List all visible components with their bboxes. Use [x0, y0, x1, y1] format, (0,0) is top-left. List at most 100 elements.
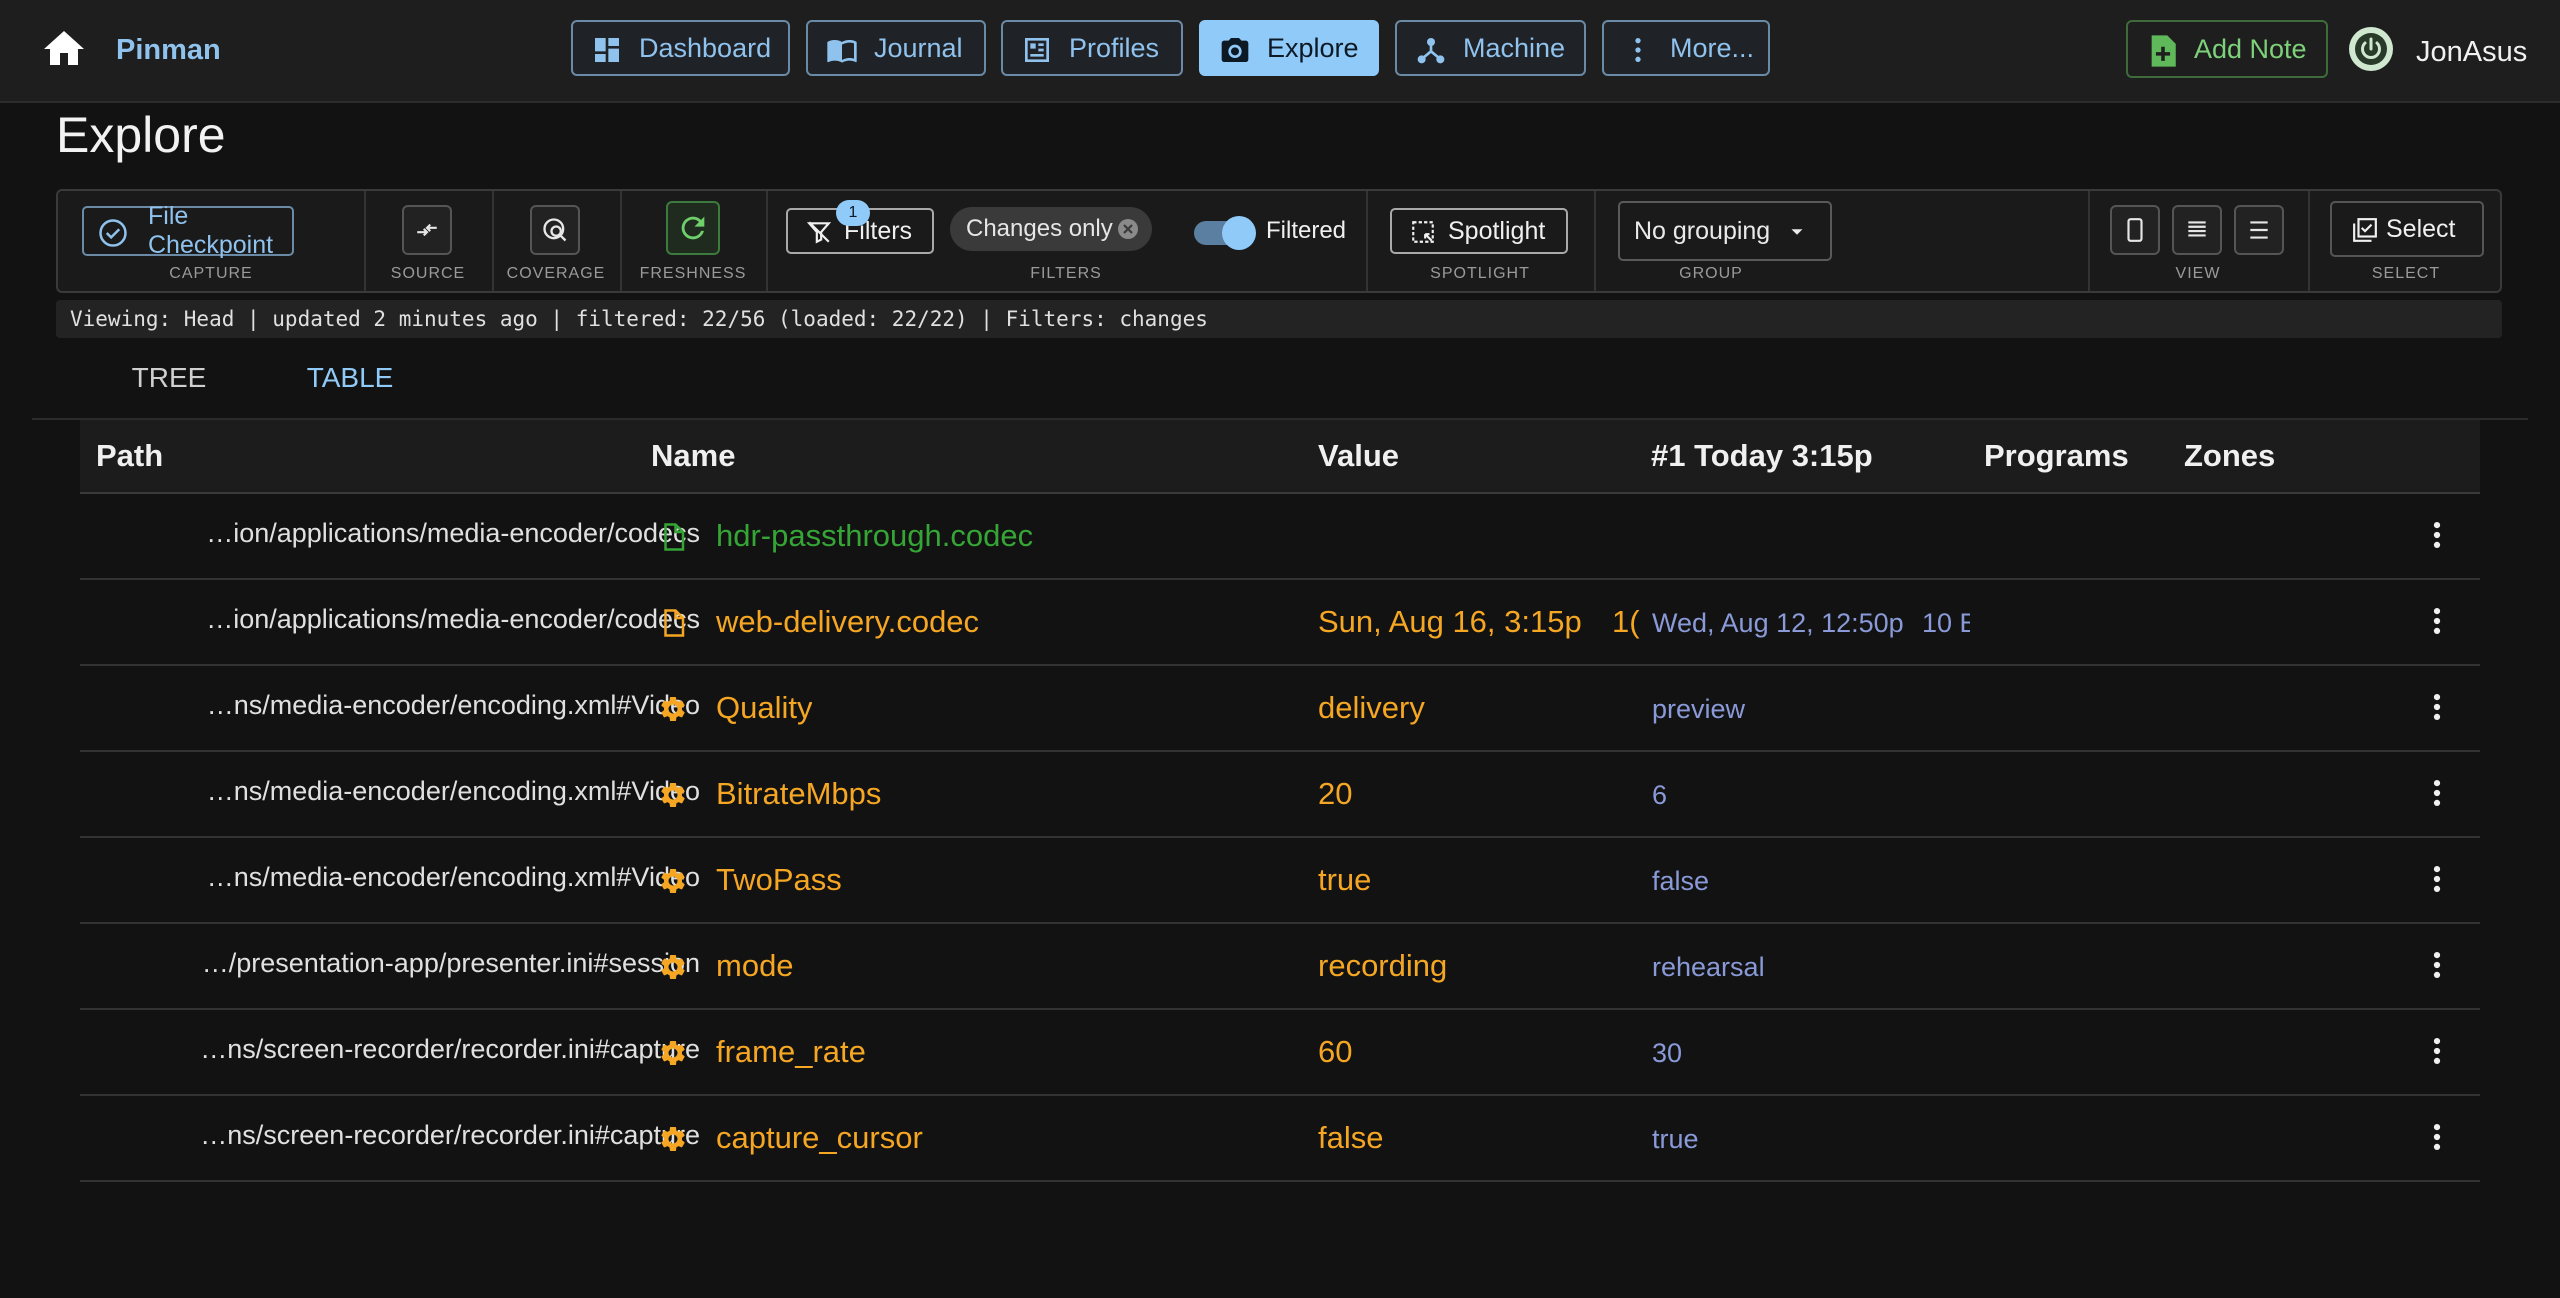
- select-button[interactable]: Select: [2330, 201, 2484, 257]
- view-section-label: VIEW: [2175, 265, 2221, 282]
- select-section-label: SELECT: [2371, 265, 2441, 282]
- row-previous-value: Wed, Aug 12, 12:50p: [1652, 608, 1904, 638]
- column-header-programs[interactable]: Programs: [1984, 438, 2129, 474]
- row-name[interactable]: frame_rate: [716, 1034, 866, 1070]
- file-checkpoint-button[interactable]: File Checkpoint: [82, 202, 294, 259]
- table-body: …ion/applications/media-encoder/codecs hd…: [80, 494, 2480, 1182]
- row-path: …ion/applications/media-encoder/codecs: [206, 604, 700, 634]
- phone-icon: [2127, 218, 2143, 242]
- row-more-icon[interactable]: [2420, 776, 2454, 810]
- freshness-section: FRESHNESS: [620, 191, 768, 291]
- filters-count-badge: 1: [836, 200, 870, 226]
- nav-profiles-label: Profiles: [1069, 32, 1160, 63]
- more-vertical-icon: [1635, 38, 1641, 62]
- column-header-value[interactable]: Value: [1318, 438, 1399, 474]
- capture-section-label: CAPTURE: [169, 265, 253, 282]
- table-row[interactable]: …ns/media-encoder/encoding.xml#Video TwoP…: [80, 838, 2480, 924]
- row-name[interactable]: mode: [716, 948, 794, 984]
- check-circle-icon: [99, 219, 127, 247]
- nav-dashboard-button[interactable]: Dashboard: [571, 20, 790, 76]
- filter-off-icon: [806, 221, 832, 244]
- view-compact-button[interactable]: [2110, 205, 2160, 255]
- row-previous-value: preview: [1652, 694, 1746, 724]
- nav-machine-button[interactable]: Machine: [1395, 20, 1586, 76]
- spotlight-icon: [1412, 221, 1434, 243]
- group-section-label: GROUP: [1679, 265, 1743, 282]
- row-path: …ns/media-encoder/encoding.xml#Video: [206, 862, 700, 892]
- row-name[interactable]: Quality: [716, 690, 812, 726]
- row-path: …/presentation-app/presenter.ini#session: [201, 948, 700, 978]
- machine-icon: [1417, 38, 1445, 64]
- row-more-icon[interactable]: [2420, 948, 2454, 982]
- changes-only-chip[interactable]: Changes only: [950, 207, 1152, 251]
- gear-icon: [658, 694, 688, 724]
- tab-tree[interactable]: TREE: [96, 362, 242, 418]
- app-brand[interactable]: Pinman: [116, 34, 221, 67]
- spotlight-button[interactable]: Spotlight: [1390, 208, 1568, 254]
- user-name[interactable]: JonAsus: [2416, 36, 2527, 69]
- column-header-path[interactable]: Path: [96, 438, 163, 474]
- table-row[interactable]: …ion/applications/media-encoder/codecs we…: [80, 580, 2480, 666]
- row-value: 60: [1318, 1034, 1353, 1069]
- changes-only-chip-label: Changes only: [966, 215, 1113, 242]
- row-name[interactable]: BitrateMbps: [716, 776, 881, 812]
- row-more-icon[interactable]: [2420, 862, 2454, 896]
- table-row[interactable]: …ns/screen-recorder/recorder.ini#capture…: [80, 1010, 2480, 1096]
- row-more-icon[interactable]: [2420, 690, 2454, 724]
- row-name[interactable]: web-delivery.codec: [716, 604, 979, 640]
- nav-dashboard-label: Dashboard: [639, 32, 772, 63]
- row-more-icon[interactable]: [2420, 1120, 2454, 1154]
- grouping-select-value: No grouping: [1634, 216, 1771, 245]
- chip-close-icon[interactable]: [1116, 217, 1140, 241]
- explore-table: Path Name Value #1 Today 3:15p Programs …: [80, 420, 2480, 1182]
- row-name[interactable]: hdr-passthrough.codec: [716, 518, 1033, 554]
- source-button[interactable]: [402, 205, 452, 255]
- row-value: recording: [1318, 948, 1448, 983]
- table-row[interactable]: …ns/media-encoder/encoding.xml#Video Qual…: [80, 666, 2480, 752]
- grouping-select[interactable]: No grouping: [1618, 201, 1832, 261]
- table-row[interactable]: …ns/media-encoder/encoding.xml#Video Bitr…: [80, 752, 2480, 838]
- nav-explore-label: Explore: [1267, 32, 1359, 63]
- select-check-icon: [2353, 218, 2377, 242]
- column-header-name[interactable]: Name: [651, 438, 735, 474]
- dropdown-arrow-icon: [1791, 229, 1803, 235]
- camera-icon: [1221, 38, 1249, 62]
- coverage-button[interactable]: [530, 205, 580, 255]
- compare-arrows-icon: [417, 223, 437, 237]
- column-header-snapshot[interactable]: #1 Today 3:15p: [1651, 438, 1873, 474]
- coverage-section-label: COVERAGE: [506, 265, 606, 282]
- select-label: Select: [2386, 214, 2456, 243]
- row-path: …ns/media-encoder/encoding.xml#Video: [206, 776, 700, 806]
- freshness-button[interactable]: [666, 201, 720, 255]
- power-icon[interactable]: [2348, 26, 2394, 72]
- coverage-section: COVERAGE: [492, 191, 622, 291]
- row-more-icon[interactable]: [2420, 518, 2454, 552]
- row-previous-value: false: [1652, 866, 1710, 896]
- row-more-icon[interactable]: [2420, 604, 2454, 638]
- row-value: 20: [1318, 776, 1353, 811]
- view-list-button[interactable]: [2172, 205, 2222, 255]
- list-icon: [2250, 221, 2268, 239]
- add-note-button[interactable]: Add Note: [2126, 20, 2328, 78]
- row-previous-overflow: 10 E: [1922, 608, 1970, 638]
- view-comfortable-button[interactable]: [2234, 205, 2284, 255]
- row-name[interactable]: capture_cursor: [716, 1120, 923, 1156]
- tab-table[interactable]: TABLE: [260, 362, 440, 421]
- table-row[interactable]: …/presentation-app/presenter.ini#session…: [80, 924, 2480, 1010]
- column-header-zones[interactable]: Zones: [2184, 438, 2275, 474]
- nav-more-button[interactable]: More...: [1602, 20, 1770, 76]
- nav-journal-button[interactable]: Journal: [806, 20, 986, 76]
- nav-explore-button[interactable]: Explore: [1199, 20, 1379, 76]
- spotlight-label: Spotlight: [1448, 216, 1546, 245]
- coverage-search-icon: [543, 218, 567, 242]
- table-row[interactable]: …ns/screen-recorder/recorder.ini#capture…: [80, 1096, 2480, 1182]
- row-value: delivery: [1318, 690, 1425, 725]
- filtered-toggle-knob[interactable]: [1222, 216, 1256, 250]
- row-name[interactable]: TwoPass: [716, 862, 842, 898]
- row-previous-value: 30: [1652, 1038, 1683, 1068]
- row-more-icon[interactable]: [2420, 1034, 2454, 1068]
- table-row[interactable]: …ion/applications/media-encoder/codecs hd…: [80, 494, 2480, 580]
- nav-profiles-button[interactable]: Profiles: [1001, 20, 1183, 76]
- explore-toolbar: File Checkpoint CAPTURE SOURCE COVERAGE …: [56, 189, 2502, 293]
- home-icon[interactable]: [40, 25, 88, 73]
